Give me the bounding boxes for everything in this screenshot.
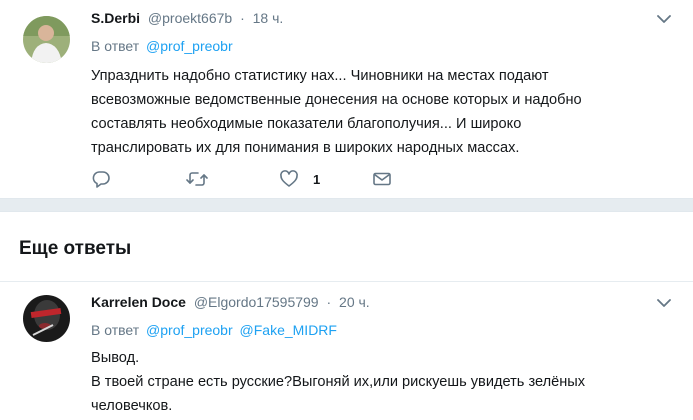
like-button[interactable]: 1 [279,168,320,190]
text-line: Упразднить надобно статистику нах... Чин… [91,68,549,84]
author-name[interactable]: Karrelen Doce [91,294,186,310]
timestamp[interactable]: 18 ч. [253,10,284,26]
author-name[interactable]: S.Derbi [91,10,140,26]
text-line: В твоей стране есть русские?Выгоняй их,и… [91,374,586,390]
separator-dot: · [326,294,332,310]
author-handle[interactable]: @Elgordo17595799 [194,294,319,310]
avatar[interactable] [23,16,70,63]
reply-button[interactable] [91,168,111,190]
reply-icon [92,171,110,188]
tweet-text: Вывод. В твоей стране есть русские?Выгон… [91,346,651,418]
text-line: Вывод. [91,350,140,366]
timestamp[interactable]: 20 ч. [339,294,370,310]
text-line: составлять необходимые показатели благоп… [91,116,522,132]
reply-mention[interactable]: @Fake_MIDRF [240,322,337,338]
tweet-actions: 1 [91,168,411,190]
like-count: 1 [313,171,321,187]
retweet-icon [186,172,208,186]
tweet-header: Karrelen Doce @Elgordo17595799 · 20 ч. [91,293,370,311]
tweet-item[interactable]: Karrelen Doce @Elgordo17595799 · 20 ч. В… [0,282,693,420]
reply-mention[interactable]: @prof_preobr [146,38,233,54]
tweet-header: S.Derbi @proekt667b · 18 ч. [91,9,283,27]
separator-dot: · [240,10,245,26]
avatar-image [23,16,70,63]
tweet-item[interactable]: S.Derbi @proekt667b · 18 ч. В ответ @pro… [0,0,693,198]
reply-prefix: В ответ [91,38,140,54]
message-icon [373,172,391,186]
retweet-button[interactable] [186,168,208,190]
tweet-text: Упразднить надобно статистику нах... Чин… [91,64,651,160]
author-handle[interactable]: @proekt667b [148,10,232,26]
reply-mention[interactable]: @prof_preobr [146,322,233,338]
chevron-down-icon[interactable] [657,14,671,24]
section-divider [0,198,693,212]
avatar[interactable] [23,295,70,342]
heart-icon [280,170,298,187]
section-title: Еще ответы [19,238,132,259]
reply-prefix: В ответ [91,322,140,338]
text-line: транслировать их для понимания в широких… [91,140,520,156]
text-line: всевозможные ведомственные донесения на … [91,92,582,108]
direct-message-button[interactable] [372,168,392,190]
reply-context: В ответ @prof_preobr [91,37,233,55]
reply-context: В ответ @prof_preobr @Fake_MIDRF [91,321,337,339]
text-line: человечков. [91,398,173,414]
chevron-down-icon[interactable] [657,298,671,308]
avatar-image [23,295,70,342]
